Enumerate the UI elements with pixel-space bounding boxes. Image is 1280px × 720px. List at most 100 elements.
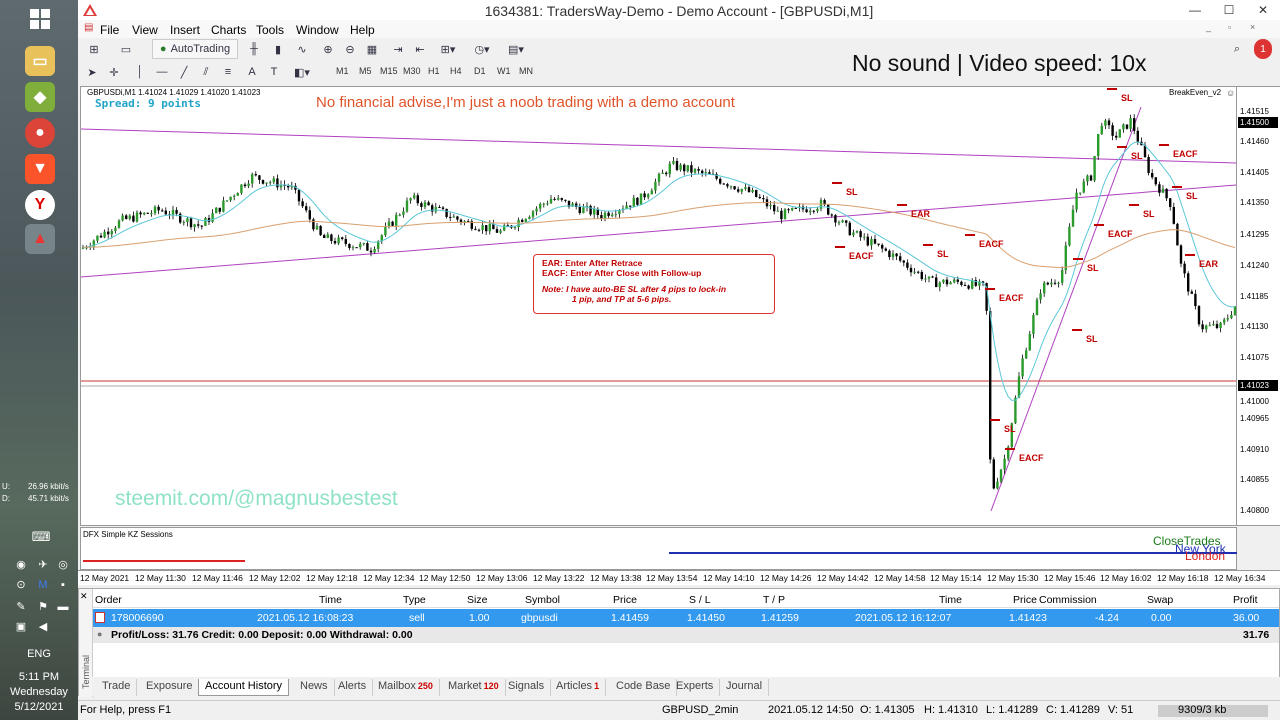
fibonacci-icon[interactable]: ≡: [220, 62, 236, 82]
tab-account-history[interactable]: Account History: [198, 679, 290, 696]
tab-trade[interactable]: Trade: [96, 679, 138, 696]
tab-experts[interactable]: Experts: [670, 679, 721, 696]
chart-shift-icon[interactable]: ⇤: [410, 39, 430, 59]
text-label-icon[interactable]: T: [266, 62, 282, 82]
tray-app-icon[interactable]: ▪: [56, 578, 70, 592]
indicators-icon[interactable]: ⊞▾: [434, 39, 462, 59]
col-tp[interactable]: T / P: [763, 594, 785, 606]
col-swap[interactable]: Swap: [1147, 594, 1173, 606]
menu-file[interactable]: File: [100, 23, 119, 37]
autotrading-button[interactable]: ● AutoTrading: [152, 39, 238, 59]
text-tool-icon[interactable]: A: [244, 62, 260, 82]
tab-mailbox[interactable]: Mailbox 250: [372, 679, 440, 696]
menu-window[interactable]: Window: [296, 23, 339, 37]
tray-app-icon[interactable]: ◉: [14, 558, 28, 572]
timeframe-h1[interactable]: H1: [428, 66, 440, 76]
tab-exposure[interactable]: Exposure: [140, 679, 200, 696]
col-close-time[interactable]: Time: [939, 594, 962, 606]
mdi-close-icon[interactable]: ×: [1250, 22, 1255, 32]
flag-icon[interactable]: ⚑: [36, 600, 50, 614]
tab-signals[interactable]: Signals: [502, 679, 552, 696]
profiles-icon[interactable]: ▭: [114, 39, 138, 59]
maximize-icon[interactable]: ☐: [1212, 0, 1246, 22]
indicator-pane[interactable]: DFX Simple KZ Sessions CloseTrades New Y…: [80, 527, 1237, 570]
menu-view[interactable]: View: [132, 23, 158, 37]
col-price[interactable]: Price: [613, 594, 637, 606]
table-row[interactable]: 178006690 2021.05.12 16:08:23 sell 1.00 …: [93, 609, 1279, 627]
autoscroll-icon[interactable]: ⇥: [388, 39, 408, 59]
menu-help[interactable]: Help: [350, 23, 375, 37]
timeframe-d1[interactable]: D1: [474, 66, 486, 76]
telegram-icon[interactable]: ✈: [36, 558, 50, 572]
tab-journal[interactable]: Journal: [720, 679, 770, 696]
obs-icon[interactable]: ◎: [56, 558, 70, 572]
menu-tools[interactable]: Tools: [256, 23, 284, 37]
search-icon[interactable]: ⌕: [1228, 39, 1246, 59]
horizontal-line-icon[interactable]: —: [154, 62, 170, 82]
file-explorer-icon[interactable]: ▭: [25, 46, 55, 76]
channel-icon[interactable]: ⫽: [198, 62, 214, 82]
new-chart-icon[interactable]: ⊞: [82, 39, 106, 59]
shapes-icon[interactable]: ◧▾: [288, 62, 316, 82]
tab-code-base[interactable]: Code Base: [610, 679, 678, 696]
windows-start-icon[interactable]: [25, 4, 55, 34]
zoom-in-icon[interactable]: ⊕: [318, 39, 338, 59]
app-icon[interactable]: ◆: [25, 82, 55, 112]
timeframe-m1[interactable]: M1: [336, 66, 349, 76]
network-icon[interactable]: ▣: [14, 620, 28, 634]
col-profit[interactable]: Profit: [1233, 594, 1258, 606]
bar-chart-icon[interactable]: ╫: [244, 39, 264, 59]
volume-icon[interactable]: ◀: [36, 620, 50, 634]
language-indicator[interactable]: ENG: [0, 648, 78, 660]
mail-icon[interactable]: M: [36, 578, 50, 592]
price-chart[interactable]: SL SL EAR EACF SL EACF EACF SL SL EACF SL EACF SL EAC…: [80, 86, 1237, 526]
pen-icon[interactable]: ✎: [14, 600, 28, 614]
folder-icon[interactable]: ▬: [56, 600, 70, 614]
clock-time[interactable]: 5:11 PM: [0, 671, 78, 683]
close-icon[interactable]: ✕: [1246, 0, 1280, 22]
vertical-line-icon[interactable]: │: [132, 62, 148, 82]
menu-insert[interactable]: Insert: [170, 23, 200, 37]
notification-badge[interactable]: 1: [1254, 39, 1272, 59]
yandex-icon[interactable]: Y: [25, 190, 55, 220]
col-sl[interactable]: S / L: [689, 594, 711, 606]
tray-app-icon[interactable]: ⊙: [14, 578, 28, 592]
mdi-minimize-icon[interactable]: _: [1206, 22, 1211, 32]
col-size[interactable]: Size: [467, 594, 487, 606]
tab-alerts[interactable]: Alerts: [332, 679, 374, 696]
timeframe-m5[interactable]: M5: [359, 66, 372, 76]
brave-icon[interactable]: ▼: [25, 154, 55, 184]
timeframe-m30[interactable]: M30: [403, 66, 421, 76]
zoom-out-icon[interactable]: ⊖: [340, 39, 360, 59]
periods-icon[interactable]: ◷▾: [468, 39, 496, 59]
line-chart-icon[interactable]: ∿: [292, 39, 312, 59]
tab-news[interactable]: News: [294, 679, 335, 696]
candle: [1219, 322, 1222, 329]
col-commission[interactable]: Commission: [1039, 594, 1097, 606]
crosshair-icon[interactable]: ✛: [106, 62, 122, 82]
chrome-icon[interactable]: ●: [25, 118, 55, 148]
timeframe-w1[interactable]: W1: [497, 66, 511, 76]
terminal-close-icon[interactable]: ✕: [80, 591, 88, 602]
col-type[interactable]: Type: [403, 594, 426, 606]
menu-charts[interactable]: Charts: [211, 23, 246, 37]
tab-market[interactable]: Market 120: [442, 679, 506, 696]
tab-articles[interactable]: Articles 1: [550, 679, 607, 696]
timeframe-h4[interactable]: H4: [450, 66, 462, 76]
col-time[interactable]: Time: [319, 594, 342, 606]
col-close-price[interactable]: Price: [1013, 594, 1037, 606]
timeframe-mn[interactable]: MN: [519, 66, 533, 76]
col-symbol[interactable]: Symbol: [525, 594, 560, 606]
keyboard-icon[interactable]: ⌨: [28, 530, 54, 544]
tile-windows-icon[interactable]: ▦: [362, 39, 382, 59]
minimize-icon[interactable]: —: [1178, 0, 1212, 22]
col-order[interactable]: Order: [95, 594, 122, 606]
trendline-icon[interactable]: ╱: [176, 62, 192, 82]
templates-icon[interactable]: ▤▾: [502, 39, 530, 59]
candle-chart-icon[interactable]: ▮: [268, 39, 288, 59]
candle: [1133, 118, 1136, 131]
cursor-icon[interactable]: ➤: [84, 62, 100, 82]
mdi-restore-icon[interactable]: ▫: [1228, 22, 1231, 32]
timeframe-m15[interactable]: M15: [380, 66, 398, 76]
metatrader-icon[interactable]: ▲: [25, 224, 55, 254]
